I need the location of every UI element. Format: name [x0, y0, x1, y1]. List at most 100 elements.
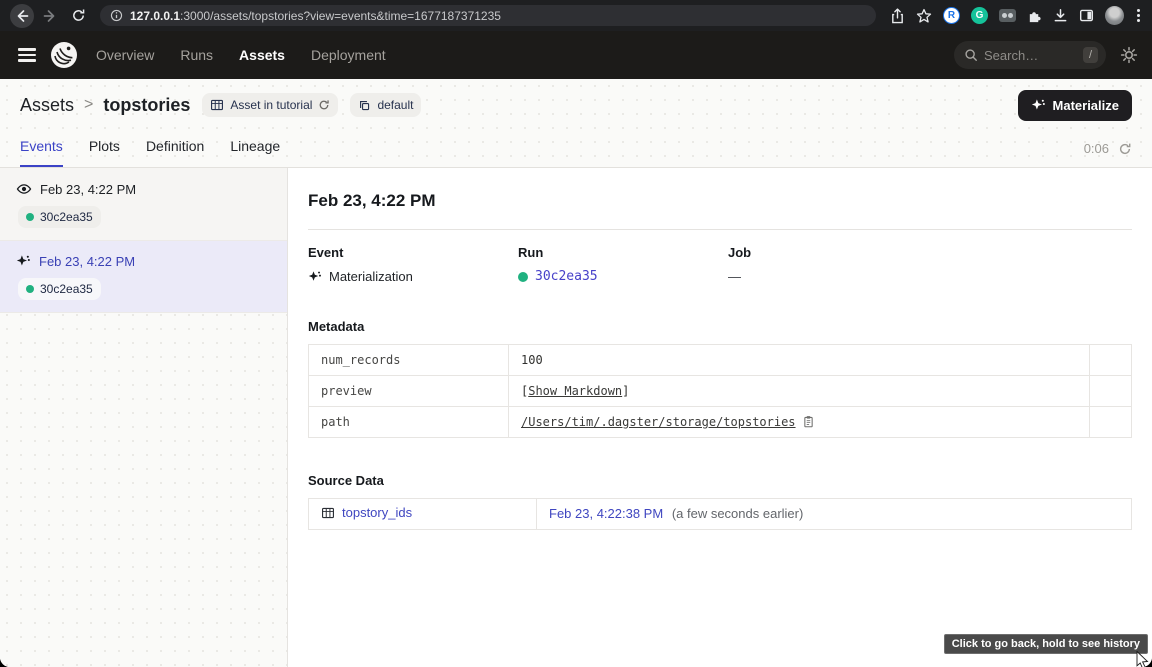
run-id-tag[interactable]: 30c2ea35	[18, 278, 101, 300]
run-status-dot	[518, 272, 528, 282]
nav-item-runs[interactable]: Runs	[180, 47, 213, 63]
browser-reload-button[interactable]	[66, 4, 90, 28]
tab-lineage[interactable]: Lineage	[230, 138, 280, 167]
browser-window: 127.0.0.1:3000/assets/topstories?view=ev…	[0, 0, 1152, 667]
asset-group-badge[interactable]: Asset in tutorial	[202, 93, 338, 117]
table-icon	[321, 506, 335, 520]
download-icon[interactable]	[1053, 8, 1068, 23]
asset-group-badge-label: Asset in tutorial	[230, 98, 312, 112]
metadata-value: /Users/tim/.dagster/storage/topstories	[509, 407, 1090, 438]
source-asset-link[interactable]: topstory_ids	[321, 505, 412, 520]
back-arrow-icon	[14, 8, 30, 24]
path-link[interactable]: /Users/tim/.dagster/storage/topstories	[521, 415, 796, 429]
table-row: topstory_ids Feb 23, 4:22:38 PM (a few s…	[309, 499, 1132, 530]
repository-badge[interactable]: default	[350, 93, 421, 117]
run-status-dot	[26, 285, 34, 293]
badge-refresh-icon[interactable]	[318, 99, 330, 111]
event-detail-title: Feb 23, 4:22 PM	[308, 185, 1132, 229]
nav-item-deployment[interactable]: Deployment	[311, 47, 386, 63]
metadata-spacer-cell	[1090, 376, 1132, 407]
mouse-cursor	[1136, 651, 1149, 667]
run-id-tag[interactable]: 30c2ea35	[18, 206, 101, 228]
grammarly-extension-icon[interactable]: G	[971, 7, 988, 24]
source-time-note: (a few seconds earlier)	[672, 506, 804, 521]
refresh-timer-value: 0:06	[1084, 141, 1109, 156]
reload-icon	[71, 8, 86, 23]
event-summary-columns: Event Materialization Run 30c2ea35 Job —	[308, 230, 1132, 284]
metadata-value: 100	[509, 345, 1090, 376]
refresh-timer: 0:06	[1084, 141, 1132, 167]
forward-arrow-icon	[42, 8, 58, 24]
event-list-item-materialization[interactable]: Feb 23, 4:22 PM 30c2ea35	[0, 241, 287, 313]
bracket-close: ]	[622, 384, 629, 398]
job-empty-value: —	[728, 269, 938, 284]
browser-forward-button[interactable]	[38, 4, 62, 28]
job-column: Job —	[728, 245, 938, 284]
global-search[interactable]: /	[954, 41, 1106, 69]
materialize-button[interactable]: Materialize	[1018, 90, 1132, 121]
breadcrumb-separator: >	[84, 96, 93, 114]
run-column-label: Run	[518, 245, 728, 260]
event-type-label: Materialization	[329, 269, 413, 284]
source-data-section-title: Source Data	[308, 473, 1132, 488]
source-asset-name: topstory_ids	[342, 505, 412, 520]
url-text: 127.0.0.1:3000/assets/topstories?view=ev…	[130, 7, 501, 25]
run-id-link[interactable]: 30c2ea35	[535, 269, 598, 284]
tab-definition[interactable]: Definition	[146, 138, 204, 167]
timer-refresh-icon[interactable]	[1118, 142, 1132, 156]
run-id-label: 30c2ea35	[40, 282, 93, 296]
metadata-section: Metadata num_records 100 preview [Show M…	[308, 319, 1132, 438]
breadcrumb-assets-link[interactable]: Assets	[20, 95, 74, 116]
metadata-value: [Show Markdown]	[509, 376, 1090, 407]
observation-eye-icon	[16, 181, 32, 197]
extension-blue-icon[interactable]: R	[943, 7, 960, 24]
repository-badge-label: default	[377, 98, 413, 112]
search-shortcut-key: /	[1083, 47, 1098, 63]
show-markdown-link[interactable]: Show Markdown	[528, 384, 622, 398]
search-icon	[964, 48, 978, 62]
robot-extension-icon[interactable]	[999, 9, 1016, 22]
browser-menu-icon[interactable]	[1135, 7, 1142, 24]
browser-back-button[interactable]	[10, 4, 34, 28]
metadata-key: path	[309, 407, 509, 438]
share-icon[interactable]	[890, 8, 905, 24]
settings-gear-icon[interactable]	[1120, 46, 1138, 64]
nav-links: Overview Runs Assets Deployment	[96, 47, 386, 63]
event-detail-panel: Feb 23, 4:22 PM Event Materialization Ru…	[288, 168, 1152, 667]
event-column-label: Event	[308, 245, 518, 260]
breadcrumb: Assets > topstories Asset in tutorial de…	[0, 79, 1152, 127]
dagster-logo[interactable]	[50, 41, 78, 69]
event-list-item-observation[interactable]: Feb 23, 4:22 PM 30c2ea35	[0, 168, 287, 241]
search-input[interactable]	[984, 48, 1077, 63]
asset-page-header: Assets > topstories Asset in tutorial de…	[0, 79, 1152, 168]
table-row: path /Users/tim/.dagster/storage/topstor…	[309, 407, 1132, 438]
nav-item-overview[interactable]: Overview	[96, 47, 154, 63]
tab-events[interactable]: Events	[20, 138, 63, 167]
app-nav-bar: Overview Runs Assets Deployment /	[0, 31, 1152, 79]
copy-to-clipboard-icon[interactable]	[802, 415, 815, 428]
event-list-sidebar: Feb 23, 4:22 PM 30c2ea35 Feb 23, 4:22 PM…	[0, 168, 288, 667]
browser-toolbar-icons: R G	[890, 6, 1142, 25]
source-timestamp-link[interactable]: Feb 23, 4:22:38 PM	[549, 506, 663, 521]
run-value: 30c2ea35	[518, 269, 728, 284]
source-data-section: Source Data topstory_ids Feb 23, 4:22:38…	[308, 473, 1132, 530]
extensions-puzzle-icon[interactable]	[1027, 8, 1042, 23]
metadata-section-title: Metadata	[308, 319, 1132, 334]
nav-item-assets[interactable]: Assets	[239, 47, 285, 63]
browser-profile-avatar[interactable]	[1105, 6, 1124, 25]
bookmark-star-icon[interactable]	[916, 8, 932, 24]
site-info-icon[interactable]	[110, 9, 123, 22]
address-bar[interactable]: 127.0.0.1:3000/assets/topstories?view=ev…	[100, 5, 876, 26]
breadcrumb-current-asset: topstories	[103, 95, 190, 116]
sparkle-icon	[1031, 98, 1046, 113]
table-row: num_records 100	[309, 345, 1132, 376]
hamburger-menu-icon[interactable]	[14, 44, 40, 66]
run-id-label: 30c2ea35	[40, 210, 93, 224]
source-data-table: topstory_ids Feb 23, 4:22:38 PM (a few s…	[308, 498, 1132, 530]
metadata-spacer-cell	[1090, 407, 1132, 438]
side-panel-icon[interactable]	[1079, 8, 1094, 23]
tab-plots[interactable]: Plots	[89, 138, 120, 167]
event-type-value: Materialization	[308, 269, 518, 284]
event-column: Event Materialization	[308, 245, 518, 284]
event-time-row: Feb 23, 4:22 PM	[16, 181, 271, 197]
